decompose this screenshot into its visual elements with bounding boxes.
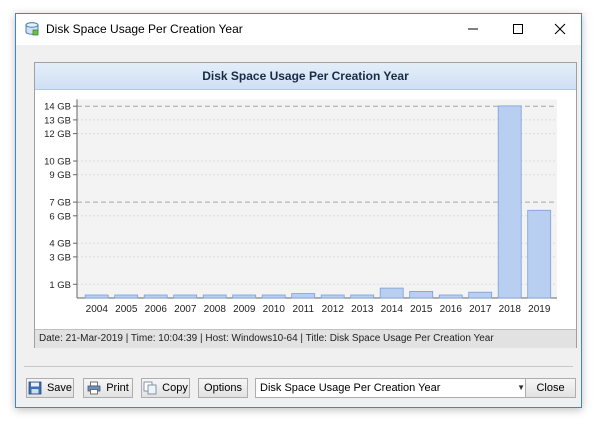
bar-2019 (527, 209, 552, 299)
bar-2008 (202, 294, 227, 299)
close-icon (554, 23, 565, 35)
bar-2016 (438, 294, 463, 299)
save-label: Save (46, 382, 73, 394)
x-tick-label: 2012 (322, 304, 345, 315)
plot-background (77, 99, 557, 298)
x-tick-label: 2006 (145, 304, 168, 315)
y-tick-label: 14 GB (44, 102, 71, 113)
close-window-button[interactable] (537, 14, 582, 44)
save-icon (28, 381, 42, 395)
x-tick-label: 2019 (528, 304, 551, 315)
bar-2017 (468, 291, 493, 299)
window-title: Disk Space Usage Per Creation Year (46, 22, 243, 36)
bar-2004 (84, 294, 109, 299)
minimize-button[interactable] (450, 14, 495, 44)
y-tick-label: 9 GB (49, 170, 71, 181)
print-button[interactable]: Print (83, 378, 133, 398)
bar-2015 (409, 290, 434, 299)
bar-2009 (232, 294, 257, 299)
y-tick-label: 1 GB (49, 280, 71, 291)
x-tick-label: 2018 (499, 304, 522, 315)
report-select-value: Disk Space Usage Per Creation Year (260, 382, 441, 394)
x-tick-label: 2016 (440, 304, 463, 315)
x-tick-label: 2017 (469, 304, 492, 315)
copy-label: Copy (162, 382, 188, 394)
y-tick-label: 4 GB (49, 239, 71, 250)
bar-2006 (143, 294, 168, 299)
report-window: Disk Space Usage Per Creation Year Disk … (15, 13, 582, 408)
maximize-button[interactable] (495, 14, 540, 44)
save-button[interactable]: Save (26, 378, 74, 398)
bar-chart: 1 GB 3 GB 4 GB 6 GB 7 GB 9 GB 10 GB 12 GB 13 GB 1… (44, 99, 557, 315)
bar-2007 (173, 294, 198, 299)
printer-icon (87, 381, 101, 395)
maximize-icon (512, 24, 523, 34)
y-tick-label: 6 GB (49, 211, 71, 222)
minimize-icon (467, 28, 478, 30)
x-tick-label: 2005 (115, 304, 138, 315)
bar-2018 (497, 105, 522, 299)
plot-area: 1 GB 3 GB 4 GB 6 GB 7 GB 9 GB 10 GB 12 GB 13 GB 1… (35, 90, 576, 329)
bar-2005 (114, 294, 139, 299)
bar-2013 (350, 294, 375, 299)
close-label: Close (536, 382, 565, 394)
bar-2012 (320, 294, 345, 299)
x-tick-label: 2011 (293, 304, 315, 315)
x-tick-label: 2008 (204, 304, 227, 315)
y-tick-label: 13 GB (44, 115, 71, 126)
x-tick-label: 2014 (381, 304, 404, 315)
x-tick-label: 2007 (174, 304, 197, 315)
x-tick-label: 2015 (410, 304, 433, 315)
bar-2014 (379, 287, 404, 299)
bar-2011 (291, 293, 316, 299)
bar-2010 (261, 294, 286, 299)
y-tick-label: 10 GB (44, 157, 71, 168)
y-tick-label: 3 GB (49, 252, 71, 263)
options-button[interactable]: Options (198, 378, 248, 398)
options-label: Options (204, 382, 242, 394)
y-tick-label: 12 GB (44, 129, 71, 140)
report-select[interactable]: Disk Space Usage Per Creation Year ▼ (255, 378, 530, 398)
x-tick-label: 2010 (263, 304, 286, 315)
x-tick-label: 2013 (351, 304, 374, 315)
chevron-down-icon: ▼ (517, 383, 525, 392)
title-bar[interactable]: Disk Space Usage Per Creation Year (16, 14, 581, 45)
chart-panel: Disk Space Usage Per Creation Year 1 GB 3… (34, 62, 577, 348)
x-tick-label: 2009 (233, 304, 256, 315)
chart-status-bar: Date: 21-Mar-2019 | Time: 10:04:39 | Hos… (35, 329, 576, 348)
x-tick-label: 2004 (86, 304, 109, 315)
copy-button[interactable]: Copy (141, 378, 190, 398)
print-label: Print (106, 382, 129, 394)
separator (24, 366, 573, 367)
chart-title: Disk Space Usage Per Creation Year (35, 63, 576, 90)
y-tick-label: 7 GB (49, 198, 71, 209)
disk-app-icon (25, 22, 39, 36)
copy-icon (143, 381, 157, 395)
close-button[interactable]: Close (525, 378, 576, 398)
